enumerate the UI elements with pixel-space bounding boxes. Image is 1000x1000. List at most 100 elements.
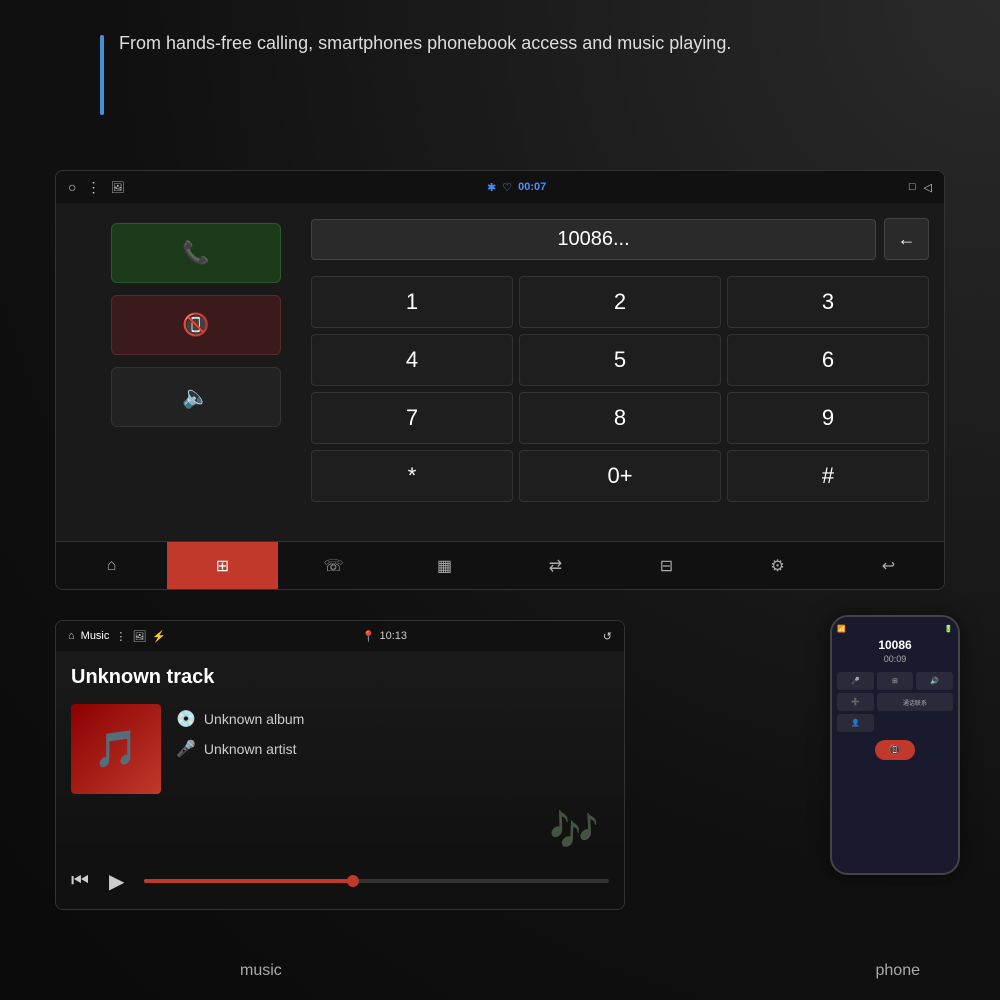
nav-sim[interactable]: ▦ — [389, 542, 500, 589]
album-art: 🎵 — [71, 704, 161, 794]
call-buttons-panel: 📞 📵 🔈 — [96, 203, 296, 543]
phone-top-bar: 📶 🔋 — [837, 625, 953, 633]
music-screen: ⌂ Music ⋮ 🖼 ⚡ 📍 10:13 ↺ Unknown track 🎵 … — [55, 620, 625, 910]
menu-icon: ⋮ — [86, 179, 100, 196]
music-image-icon: 🖼 — [132, 630, 146, 643]
key-4[interactable]: 4 — [311, 334, 513, 386]
key-6[interactable]: 6 — [727, 334, 929, 386]
time-display: 00:07 — [518, 181, 546, 193]
phone-keypad-btn[interactable]: ⊞ — [877, 672, 914, 690]
status-bar: ○ ⋮ 🖼 ✱ ♡ 00:07 □ ◁ — [56, 171, 944, 203]
music-status-bar: ⌂ Music ⋮ 🖼 ⚡ 📍 10:13 ↺ — [56, 621, 624, 651]
dialpad-screen: ○ ⋮ 🖼 ✱ ♡ 00:07 □ ◁ 📞 📵 🔈 — [55, 170, 945, 590]
track-title: Unknown track — [71, 666, 609, 689]
status-right: □ ◁ — [909, 181, 932, 194]
music-menu-icon: ⋮ — [115, 630, 126, 643]
key-star[interactable]: * — [311, 450, 513, 502]
dialpad-main: 📞 📵 🔈 10086... ← 1 2 3 4 5 6 7 — [96, 203, 944, 543]
status-left: ○ ⋮ 🖼 — [68, 179, 124, 196]
top-section: From hands-free calling, smartphones pho… — [100, 30, 940, 115]
phone-person-btn[interactable]: 👤 — [837, 714, 874, 732]
album-icon: 💿 — [176, 709, 196, 729]
label-music: music — [240, 962, 282, 980]
red-phone-icon: 📵 — [182, 312, 209, 338]
music-home-icon: ⌂ — [68, 630, 75, 642]
music-content: Unknown track 🎵 💿 Unknown album 🎤 Unknow… — [56, 651, 624, 851]
bluetooth-icon: ✱ — [487, 181, 496, 194]
bluetooth-waves — [730, 660, 810, 780]
music-status-center: 📍 10:13 — [362, 630, 407, 643]
music-usb-icon: ⚡ — [152, 630, 166, 643]
prev-btn[interactable]: ⏮ — [71, 870, 89, 893]
phone-call-time: 00:09 — [837, 654, 953, 664]
phone-contacts-btn[interactable]: 通话联系 — [877, 693, 953, 711]
phone-end-call-btn[interactable]: 📵 — [875, 740, 915, 760]
green-phone-icon: 📞 — [182, 240, 209, 266]
artist-name: Unknown artist — [204, 741, 297, 757]
phone-mockup: 📶 🔋 10086 00:09 🎤 ⊞ 🔊 ➕ 通话联系 👤 📵 — [830, 615, 960, 875]
nav-contacts[interactable]: ☏ — [278, 542, 389, 589]
nav-transfer[interactable]: ⇄ — [500, 542, 611, 589]
music-controls: ⏮ ▶ — [56, 851, 624, 910]
home-icon: ○ — [68, 179, 76, 195]
phone-add-btn[interactable]: ➕ — [837, 693, 874, 711]
call-red-btn[interactable]: 📵 — [111, 295, 281, 355]
call-green-btn[interactable]: 📞 — [111, 223, 281, 283]
progress-bar[interactable] — [144, 879, 609, 883]
nav-bar: ⌂ ⊞ ☏ ▦ ⇄ ⊟ ⚙ ↩ — [56, 541, 944, 589]
numpad-grid: 1 2 3 4 5 6 7 8 9 * 0+ # — [311, 276, 929, 502]
tagline-text: From hands-free calling, smartphones pho… — [119, 30, 731, 57]
nav-return[interactable]: ↩ — [833, 542, 944, 589]
phone-speaker-btn[interactable]: 🔊 — [916, 672, 953, 690]
key-2[interactable]: 2 — [519, 276, 721, 328]
phone-number-display: 10086 — [837, 638, 953, 652]
key-0[interactable]: 0+ — [519, 450, 721, 502]
key-5[interactable]: 5 — [519, 334, 721, 386]
nav-dialpad[interactable]: ⊞ — [167, 542, 278, 589]
nav-settings[interactable]: ⚙ — [722, 542, 833, 589]
image-icon: 🖼 — [110, 181, 124, 194]
phone-mute-btn[interactable]: 🎤 — [837, 672, 874, 690]
key-8[interactable]: 8 — [519, 392, 721, 444]
track-meta: 💿 Unknown album 🎤 Unknown artist — [176, 704, 304, 759]
music-status-left: ⌂ Music ⋮ 🖼 ⚡ — [68, 630, 166, 643]
music-note-icon: 🎵 — [94, 728, 139, 770]
progress-dot — [347, 875, 359, 887]
speaker-icon: 🔈 — [182, 384, 209, 410]
key-1[interactable]: 1 — [311, 276, 513, 328]
mute-btn[interactable]: 🔈 — [111, 367, 281, 427]
phone-screen: 📶 🔋 10086 00:09 🎤 ⊞ 🔊 ➕ 通话联系 👤 📵 — [832, 617, 958, 873]
blue-accent-bar — [100, 35, 104, 115]
key-7[interactable]: 7 — [311, 392, 513, 444]
artist-row: 🎤 Unknown artist — [176, 739, 304, 759]
album-row: 💿 Unknown album — [176, 709, 304, 729]
numpad-display: 10086... ← — [311, 218, 929, 260]
battery-icon: □ — [909, 181, 916, 193]
track-info: 🎵 💿 Unknown album 🎤 Unknown artist — [71, 704, 609, 794]
key-hash[interactable]: # — [727, 450, 929, 502]
music-label: Music — [81, 630, 110, 642]
signal-icon: ♡ — [502, 181, 512, 194]
phone-battery: 🔋 — [944, 625, 953, 633]
phone-btn-grid: 🎤 ⊞ 🔊 ➕ 通话联系 👤 — [837, 672, 953, 732]
dialed-number: 10086... — [311, 219, 876, 260]
artist-icon: 🎤 — [176, 739, 196, 759]
key-9[interactable]: 9 — [727, 392, 929, 444]
music-location-icon: 📍 — [362, 630, 376, 643]
music-back-icon: ↺ — [603, 631, 612, 643]
back-arrow-icon: ◁ — [924, 181, 932, 194]
key-3[interactable]: 3 — [727, 276, 929, 328]
progress-fill — [144, 879, 353, 883]
backspace-btn[interactable]: ← — [884, 218, 929, 260]
label-phone: phone — [876, 962, 921, 980]
numpad-area: 10086... ← 1 2 3 4 5 6 7 8 9 * 0+ # — [296, 203, 944, 543]
phone-signal: 📶 — [837, 625, 846, 633]
music-status-right: ↺ — [603, 630, 612, 643]
status-center: ✱ ♡ 00:07 — [487, 181, 546, 194]
album-name: Unknown album — [204, 711, 304, 727]
nav-home[interactable]: ⌂ — [56, 542, 167, 589]
music-time: 10:13 — [380, 630, 408, 642]
play-btn[interactable]: ▶ — [109, 869, 124, 894]
nav-calculator[interactable]: ⊟ — [611, 542, 722, 589]
music-decoration: 🎶 — [549, 807, 599, 854]
